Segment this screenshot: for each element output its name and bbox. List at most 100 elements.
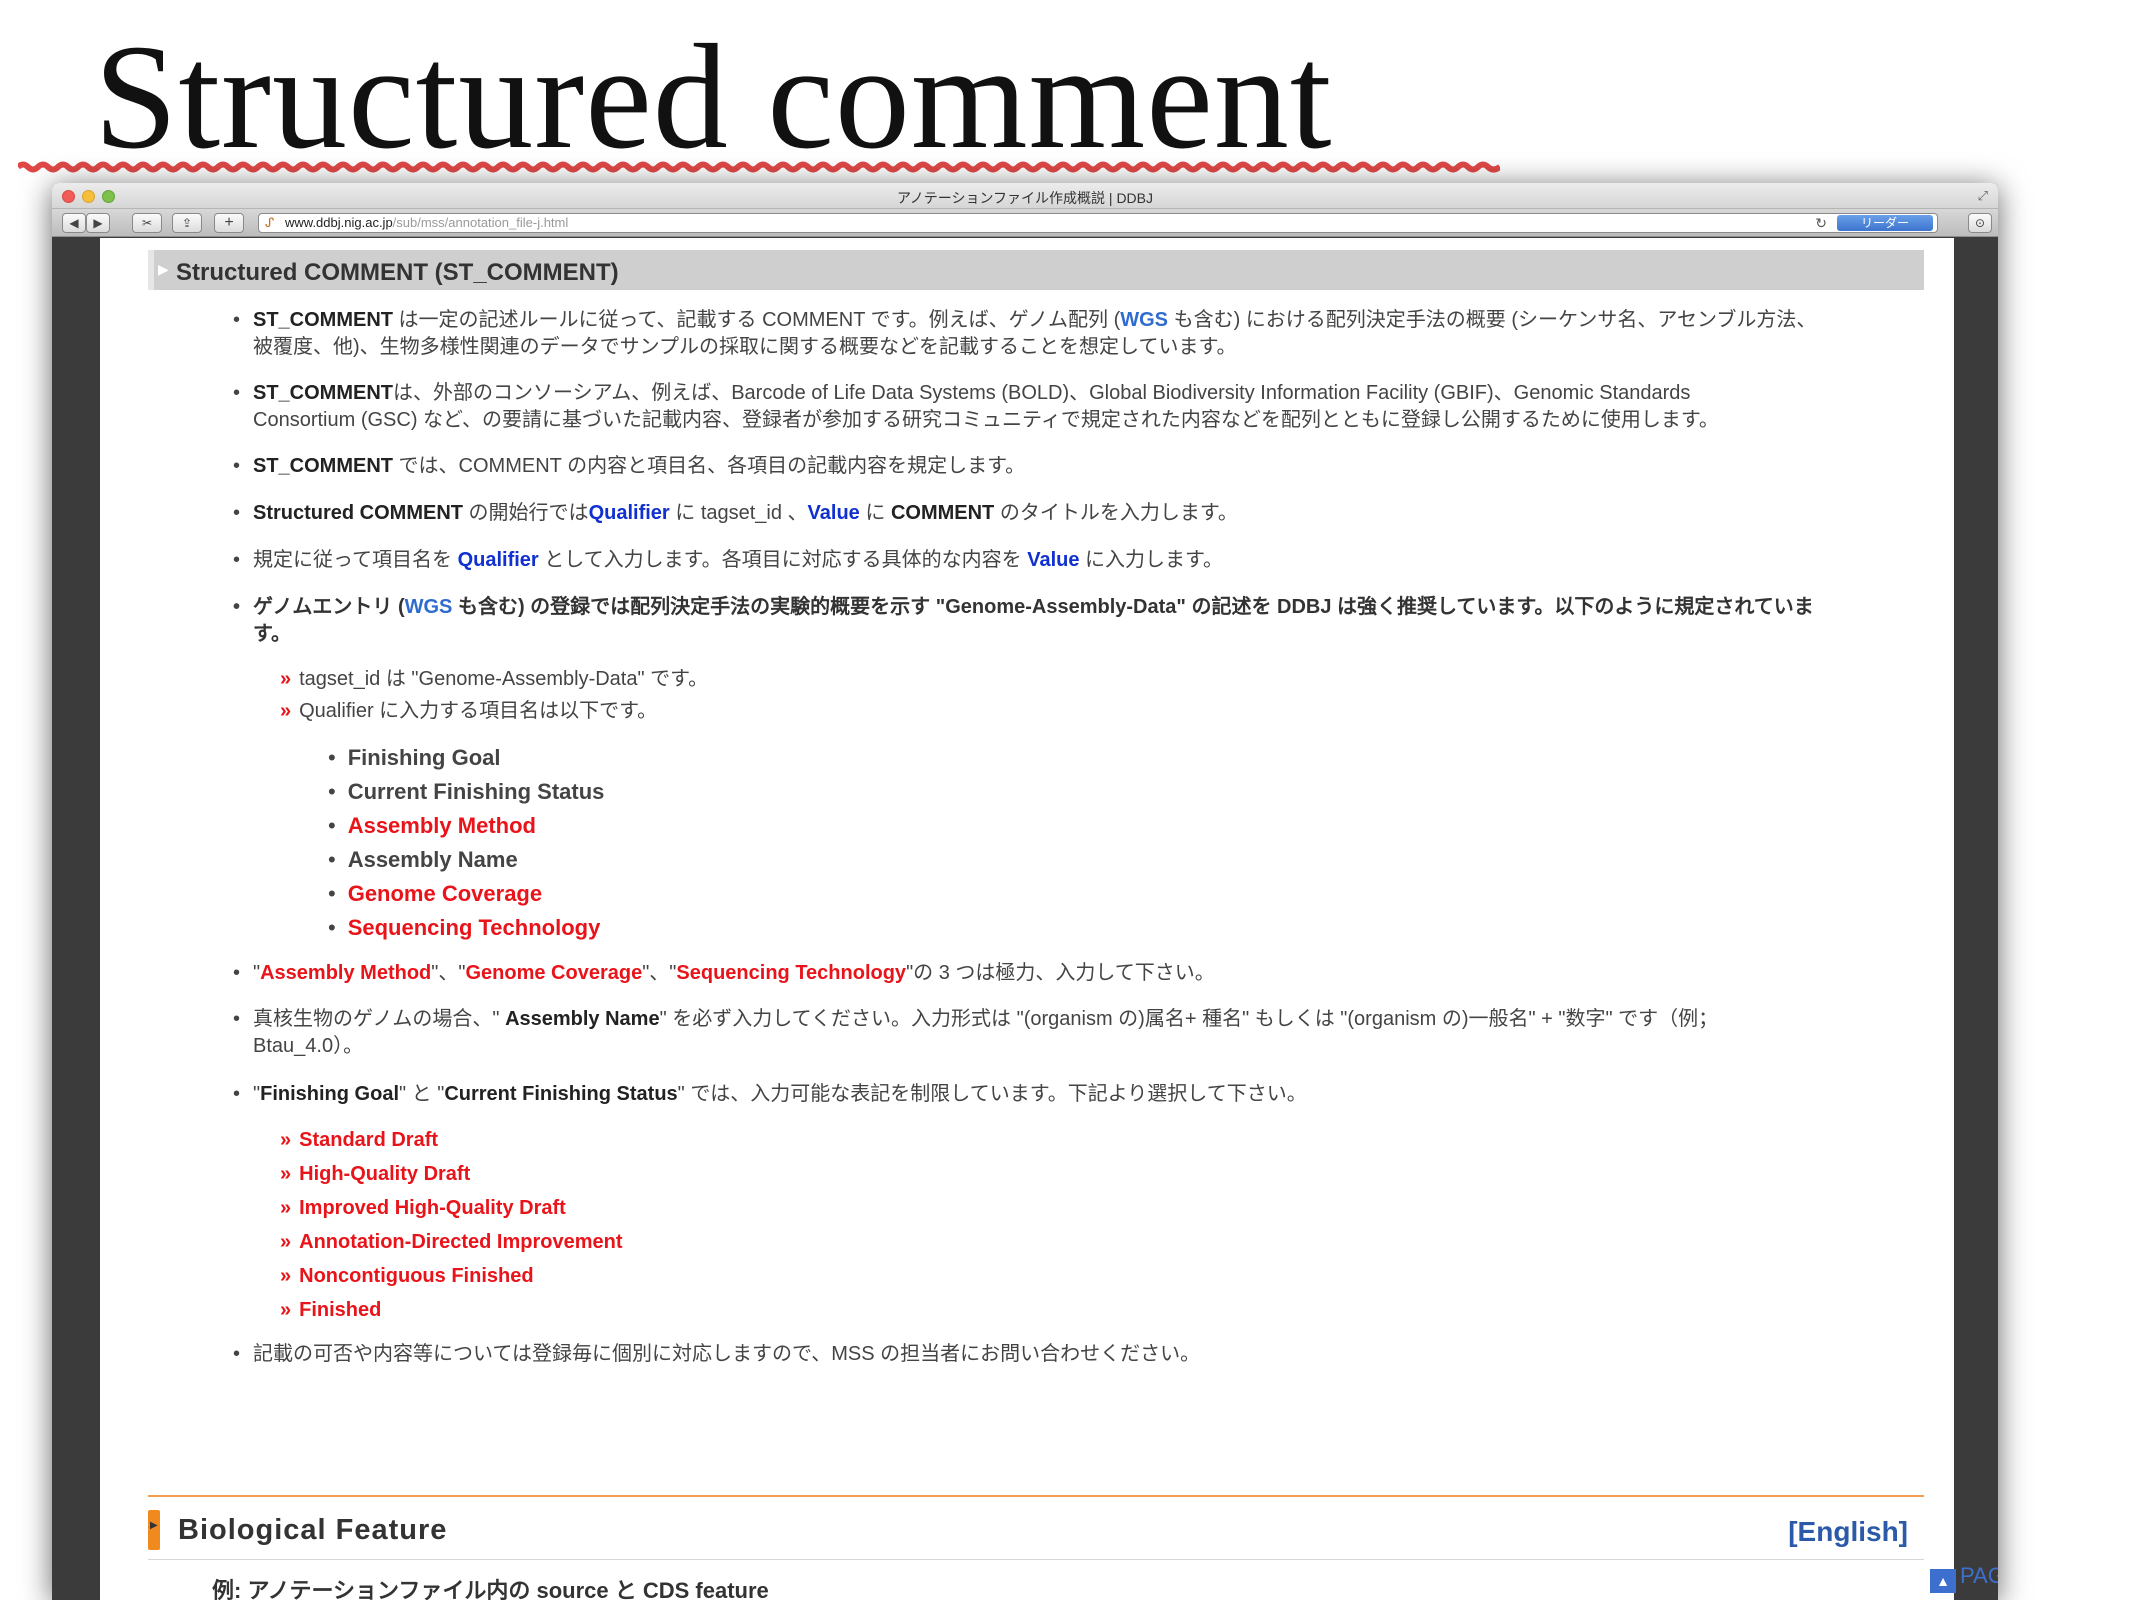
- bullet-genome-entry: • ゲノムエントリ (WGS も含む) の登録では配列決定手法の実験的概要を示す…: [233, 594, 1814, 648]
- browser-toolbar: ◀ ▶ ✂ ⇪ + ᔑ www.ddbj.nig.ac.jp/sub/mss/a…: [52, 209, 1998, 237]
- title-underline: [18, 161, 1500, 173]
- text: "、": [642, 962, 677, 984]
- address-bar[interactable]: ᔑ www.ddbj.nig.ac.jp/sub/mss/annotation_…: [258, 213, 1938, 233]
- bullet-dot: •: [328, 813, 336, 838]
- qualifier-link[interactable]: Qualifier: [589, 502, 670, 524]
- term: Assembly Name: [505, 1008, 660, 1030]
- term: ST_COMMENT: [253, 455, 393, 477]
- forward-icon[interactable]: ▶: [86, 213, 110, 233]
- bio-feature-header: ▶ Biological Feature [English]: [148, 1504, 1924, 1558]
- text: す。: [253, 623, 291, 645]
- text: " と ": [399, 1083, 445, 1105]
- text: 記載の可否や内容等については登録毎に個別に対応しますので、MSS の担当者にお問…: [253, 1343, 1201, 1365]
- raquo-icon: »: [280, 1299, 292, 1321]
- text: Btau_4.0）。: [253, 1035, 364, 1057]
- reader-button[interactable]: リーダー: [1837, 215, 1933, 231]
- text: に tagset_id 、: [669, 502, 808, 524]
- download-icon[interactable]: ⊙: [1968, 213, 1992, 233]
- bullet-required-fields: • "Assembly Method"、"Genome Coverage"、"S…: [233, 960, 1215, 987]
- label: Finished: [299, 1299, 382, 1321]
- text: に入力します。: [1079, 549, 1224, 571]
- section-header: ▶ Structured COMMENT (ST_COMMENT): [148, 250, 1924, 290]
- url-path: /sub/mss/annotation_file-j.html: [392, 215, 569, 230]
- qualifier-item: • Current Finishing Status: [328, 779, 604, 805]
- label: Finishing Goal: [347, 745, 501, 770]
- window-title: アノテーションファイル作成概説 | DDBJ: [896, 190, 1153, 206]
- qualifier-item: • Sequencing Technology: [328, 915, 600, 941]
- bio-feature-title: Biological Feature: [178, 1514, 448, 1546]
- text: "、": [431, 962, 466, 984]
- bullet-dot: •: [233, 502, 241, 524]
- text: に: [859, 502, 891, 524]
- value-link[interactable]: Value: [808, 502, 860, 524]
- bullet-dot: •: [233, 1083, 241, 1105]
- text: のタイトルを入力します。: [994, 502, 1238, 524]
- text: は一定の記述ルールに従って、記載する COMMENT です。例えば、ゲノム配列 …: [393, 309, 1121, 331]
- text: 被覆度、他)、生物多様性関連のデータでサンプルの採取に関する概要などを記載するこ…: [253, 336, 1237, 358]
- label: Assembly Method: [347, 813, 536, 838]
- bullet-st-comment-usage: • ST_COMMENTは、外部のコンソーシアム、例えば、Barcode of …: [233, 380, 1719, 434]
- text: "の 3 つは極力、入力して下さい。: [906, 962, 1215, 984]
- section-toggle-icon[interactable]: ▶: [158, 261, 169, 278]
- term: Genome Coverage: [465, 962, 643, 984]
- text: " を必ず入力してください。入力形式は "(organism の)属名+ 種名"…: [659, 1008, 1719, 1030]
- browser-window: アノテーションファイル作成概説 | DDBJ ⤢ ◀ ▶ ✂ ⇪ + ᔑ www…: [52, 183, 1998, 1600]
- site-favicon-icon: ᔑ: [265, 215, 275, 230]
- bullet-dot: •: [233, 382, 241, 404]
- text: tagset_id は "Genome-Assembly-Data" です。: [299, 668, 709, 690]
- arrow-up-icon: ▲: [1930, 1569, 1956, 1593]
- raquo-icon: »: [280, 1163, 292, 1185]
- resize-icon[interactable]: ⤢: [1978, 188, 1988, 204]
- label: Annotation-Directed Improvement: [299, 1231, 623, 1253]
- bullet-dot: •: [233, 455, 241, 477]
- label: Genome Coverage: [347, 881, 543, 906]
- qualifier-item: • Genome Coverage: [328, 881, 542, 907]
- header-divider: [148, 1559, 1924, 1560]
- bullet-start-line: • Structured COMMENT の開始行ではQualifier に t…: [233, 500, 1238, 527]
- bullet-dot: •: [328, 915, 336, 940]
- bullet-dot: •: [328, 779, 336, 804]
- qualifier-link[interactable]: Qualifier: [458, 549, 539, 571]
- label: Sequencing Technology: [347, 915, 601, 940]
- bullet-dot: •: [233, 1008, 241, 1030]
- term: Sequencing Technology: [676, 962, 907, 984]
- new-tab-icon[interactable]: +: [214, 213, 244, 233]
- wgs-link[interactable]: WGS: [1120, 309, 1168, 331]
- text: も含む) における配列決定手法の概要 (シーケンサ名、アセンブル方法、: [1168, 309, 1817, 331]
- bullet-dot: •: [233, 309, 241, 331]
- english-link[interactable]: [English]: [1788, 1516, 1908, 1548]
- term: Current Finishing Status: [444, 1083, 678, 1105]
- web-page: ▶ Structured COMMENT (ST_COMMENT) • ST_C…: [100, 238, 1998, 1600]
- bullet-st-comment-rules: • ST_COMMENT では、COMMENT の内容と項目名、各項目の記載内容…: [233, 453, 1025, 480]
- term: ST_COMMENT: [253, 382, 393, 404]
- wgs-link[interactable]: WGS: [405, 596, 453, 618]
- sub-item: » Qualifier に入力する項目名は以下です。: [280, 698, 657, 724]
- share-icon[interactable]: ⇪: [172, 213, 202, 233]
- value-link[interactable]: Value: [1027, 549, 1079, 571]
- bookmark-icon[interactable]: ✂: [132, 213, 162, 233]
- page-top-link[interactable]: ▲PAGE TOP: [1930, 1563, 1998, 1593]
- text: は、外部のコンソーシアム、例えば、Barcode of Life Data Sy…: [393, 382, 1691, 404]
- label: Noncontiguous Finished: [299, 1265, 534, 1287]
- text: Qualifier に入力する項目名は以下です。: [299, 700, 658, 722]
- raquo-icon: »: [280, 700, 292, 722]
- finishing-option: » Improved High-Quality Draft: [280, 1195, 566, 1221]
- text: Consortium (GSC) など、の要請に基づいた記載内容、登録者が参加す…: [253, 409, 1719, 431]
- raquo-icon: »: [280, 1197, 292, 1219]
- text: 規定に従って項目名を: [253, 549, 458, 571]
- label: Standard Draft: [299, 1129, 439, 1151]
- label: Assembly Name: [347, 847, 518, 872]
- finishing-option: » High-Quality Draft: [280, 1161, 470, 1187]
- bullet-assembly-name: • 真核生物のゲノムの場合、" Assembly Name" を必ず入力してくだ…: [233, 1006, 1719, 1060]
- sub-item: » tagset_id は "Genome-Assembly-Data" です。: [280, 666, 708, 692]
- text: ゲノムエントリ (: [253, 596, 405, 618]
- term: Structured COMMENT: [253, 502, 463, 524]
- back-icon[interactable]: ◀: [62, 213, 86, 233]
- label: Current Finishing Status: [347, 779, 605, 804]
- bullet-dot: •: [328, 847, 336, 872]
- reload-icon[interactable]: ↻: [1815, 214, 1827, 232]
- term: ST_COMMENT: [253, 309, 393, 331]
- bullet-dot: •: [233, 596, 241, 618]
- qualifier-item: • Assembly Name: [328, 847, 518, 873]
- bullet-finishing-goal: • "Finishing Goal" と "Current Finishing …: [233, 1081, 1307, 1108]
